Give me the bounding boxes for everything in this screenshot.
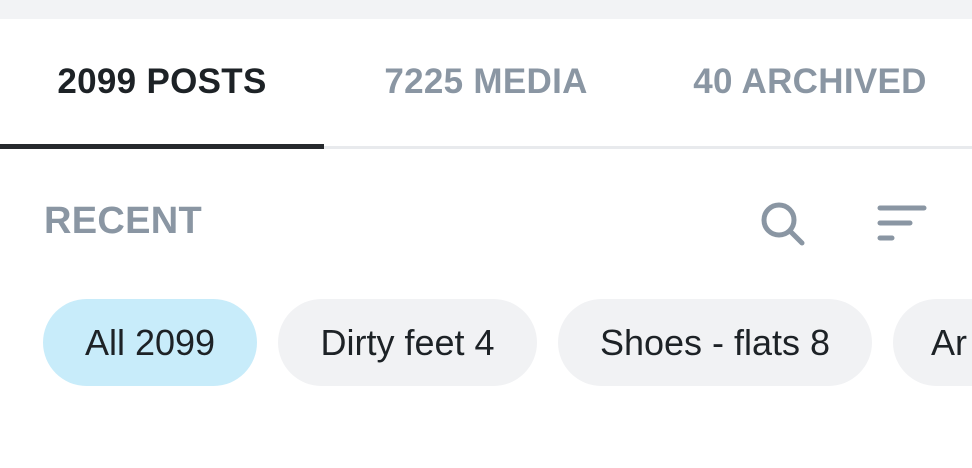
chip-dirty-feet[interactable]: Dirty feet 4: [278, 299, 537, 386]
profile-tabs: 2099 POSTS 7225 MEDIA 40 ARCHIVED: [0, 19, 972, 149]
chip-all-label: All 2099: [84, 321, 216, 363]
sort-icon: [877, 205, 927, 241]
tab-posts-label: 2099 POSTS: [57, 62, 267, 101]
category-chips: All 2099 Dirty feet 4 Shoes - flats 8 Ar: [0, 299, 972, 387]
chip-dirty-feet-label: Dirty feet 4: [320, 321, 495, 363]
sort-button[interactable]: [870, 194, 930, 254]
section-header: RECENT: [0, 180, 972, 270]
section-title: RECENT: [44, 200, 203, 242]
top-strip: [0, 0, 972, 19]
chip-all[interactable]: All 2099: [43, 299, 257, 386]
tab-archived[interactable]: 40 ARCHIVED: [648, 19, 972, 149]
chip-shoes-flats-label: Shoes - flats 8: [599, 321, 831, 363]
tab-posts[interactable]: 2099 POSTS: [0, 19, 324, 149]
tab-media-label: 7225 MEDIA: [384, 62, 588, 101]
search-button[interactable]: [752, 194, 812, 254]
active-tab-indicator: [0, 144, 324, 149]
chip-shoes-flats[interactable]: Shoes - flats 8: [558, 299, 872, 386]
search-icon: [761, 202, 805, 246]
tab-archived-label: 40 ARCHIVED: [693, 62, 927, 101]
tab-media[interactable]: 7225 MEDIA: [324, 19, 648, 149]
chip-truncated[interactable]: Ar: [893, 299, 972, 386]
chip-truncated-label: Ar: [931, 321, 967, 363]
